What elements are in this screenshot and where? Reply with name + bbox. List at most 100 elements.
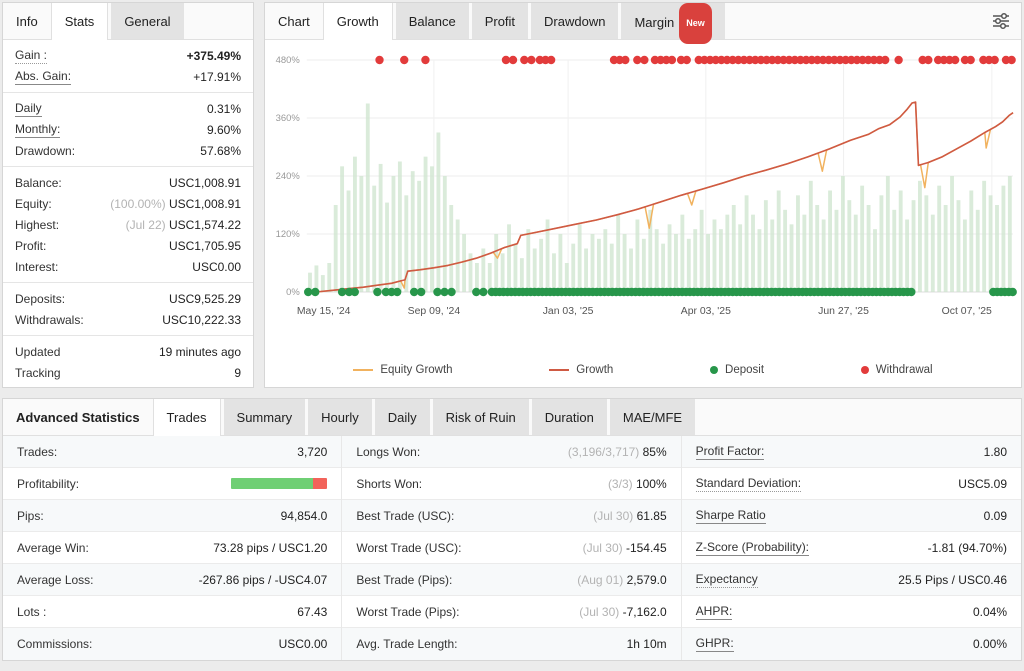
stat-value: (3/3) 100%: [608, 477, 667, 491]
stat-label[interactable]: Standard Deviation:: [696, 476, 801, 492]
equity-bar: [873, 229, 877, 292]
tabbar-spacer: [725, 3, 981, 39]
tab-label: Balance: [409, 14, 456, 29]
tab-advanced-statistics[interactable]: Advanced Statistics: [3, 399, 153, 435]
stat-value: 9.60%: [207, 123, 241, 137]
stat-value-prefix: (3/3): [608, 477, 636, 491]
stat-value: 0.00%: [973, 637, 1007, 651]
tab-label: Advanced Statistics: [16, 410, 140, 425]
stat-label: Lots :: [17, 605, 46, 619]
equity-bar: [443, 176, 447, 292]
stat-label[interactable]: Abs. Gain:: [15, 69, 71, 85]
equity-bar: [706, 234, 710, 292]
stat-value: USC5.09: [958, 477, 1007, 491]
legend-item-growth[interactable]: Growth: [549, 364, 613, 376]
stat-label: Balance:: [15, 176, 62, 190]
tab-mae-mfe[interactable]: MAE/MFE: [610, 399, 695, 435]
stat-value: USC10,222.33: [162, 313, 241, 327]
stat-label[interactable]: AHPR:: [696, 604, 733, 620]
tab-label: Margin: [634, 15, 674, 30]
stat-value: (Jul 30) -154.45: [583, 541, 667, 555]
tab-balance[interactable]: Balance: [396, 3, 469, 39]
tab-profit[interactable]: Profit: [472, 3, 528, 39]
trades-statistics-table: Trades:3,720Profitability:Pips:94,854.0A…: [3, 436, 1021, 660]
stat-label[interactable]: Daily: [15, 101, 42, 117]
stat-label: Profit:: [15, 239, 46, 253]
legend-label: Growth: [576, 364, 613, 376]
equity-bar: [565, 263, 569, 292]
equity-bar: [398, 162, 402, 293]
legend-item-deposit[interactable]: Deposit: [710, 364, 764, 376]
legend-item-equity-growth[interactable]: Equity Growth: [353, 364, 452, 376]
tab-general[interactable]: General: [111, 3, 183, 39]
chart-settings-button[interactable]: [981, 3, 1021, 39]
equity-bar: [847, 200, 851, 292]
tab-growth[interactable]: Growth: [323, 3, 393, 40]
tab-info[interactable]: Info: [3, 3, 51, 39]
equity-bar: [924, 195, 928, 292]
equity-bar: [552, 253, 556, 292]
withdrawal-dot: [547, 56, 555, 64]
stat-label[interactable]: Profit Factor:: [696, 444, 765, 460]
equity-bar: [379, 164, 383, 292]
tab-drawdown[interactable]: Drawdown: [531, 3, 618, 39]
stat-value: (Jul 30) -7,162.0: [579, 605, 666, 619]
tab-chart[interactable]: Chart: [265, 3, 323, 39]
equity-bar: [777, 191, 781, 293]
tab-stats[interactable]: Stats: [51, 3, 109, 40]
tab-trades[interactable]: Trades: [153, 399, 221, 436]
stat-label[interactable]: Sharpe Ratio: [696, 508, 766, 524]
tab-label: Stats: [65, 14, 95, 29]
equity-bar: [764, 200, 768, 292]
stat-row-interest: Interest:USC0.00: [3, 256, 253, 277]
tab-margin[interactable]: MarginNew: [621, 3, 724, 39]
equity-bar: [424, 157, 428, 292]
advanced-statistics-panel: Advanced Statistics TradesSummaryHourlyDa…: [2, 398, 1022, 661]
equity-bar: [835, 210, 839, 292]
stat-row-monthly: Monthly: 9.60%: [3, 119, 253, 140]
stat-value: 0.04%: [973, 605, 1007, 619]
stat-cell-expectancy: Expectancy 25.5 Pips / USC0.46: [682, 564, 1021, 596]
stat-cell-profitability: Profitability:: [3, 468, 341, 500]
tab-hourly[interactable]: Hourly: [308, 399, 372, 435]
stat-value: (Aug 01) 2,579.0: [577, 573, 666, 587]
stat-cell-standard-deviation: Standard Deviation: USC5.09: [682, 468, 1021, 500]
withdrawal-dot: [924, 56, 932, 64]
stat-value: 25.5 Pips / USC0.46: [898, 573, 1007, 587]
equity-bar: [616, 215, 620, 292]
deposit-dot: [907, 288, 915, 296]
stat-label[interactable]: Gain :: [15, 48, 47, 64]
stat-label[interactable]: Z-Score (Probability):: [696, 540, 809, 556]
equity-bar: [745, 195, 749, 292]
equity-bar: [950, 176, 954, 292]
legend-line-swatch: [549, 369, 569, 371]
stat-label: Trades:: [17, 445, 57, 459]
equity-bar: [636, 220, 640, 293]
withdrawal-dot: [894, 56, 902, 64]
tab-summary[interactable]: Summary: [224, 399, 306, 435]
tab-risk-of-ruin[interactable]: Risk of Ruin: [433, 399, 529, 435]
stat-value: (Jul 22) USC1,574.22: [126, 218, 241, 232]
equity-bar: [501, 253, 505, 292]
tab-daily[interactable]: Daily: [375, 399, 430, 435]
legend-label: Equity Growth: [380, 364, 452, 376]
stat-label[interactable]: Monthly:: [15, 122, 60, 138]
equity-bar: [937, 186, 941, 292]
equity-bar: [462, 234, 466, 292]
deposit-dot: [311, 288, 319, 296]
x-tick-label: May 15, '24: [297, 306, 351, 317]
equity-bar: [931, 215, 935, 292]
stat-label[interactable]: GHPR:: [696, 636, 734, 652]
equity-bar: [867, 205, 871, 292]
equity-bar: [366, 104, 370, 293]
equity-bar: [969, 191, 973, 293]
equity-bar: [982, 181, 986, 292]
legend-item-withdrawal[interactable]: Withdrawal: [861, 364, 933, 376]
deposit-dot: [351, 288, 359, 296]
tab-duration[interactable]: Duration: [532, 399, 607, 435]
stat-label[interactable]: Expectancy: [696, 572, 758, 588]
stat-label: Avg. Trade Length:: [356, 637, 457, 651]
stats-column: Profit Factor:1.80Standard Deviation:USC…: [682, 436, 1021, 660]
equity-bar: [758, 229, 762, 292]
stat-row-withdrawals: Withdrawals:USC10,222.33: [3, 309, 253, 330]
